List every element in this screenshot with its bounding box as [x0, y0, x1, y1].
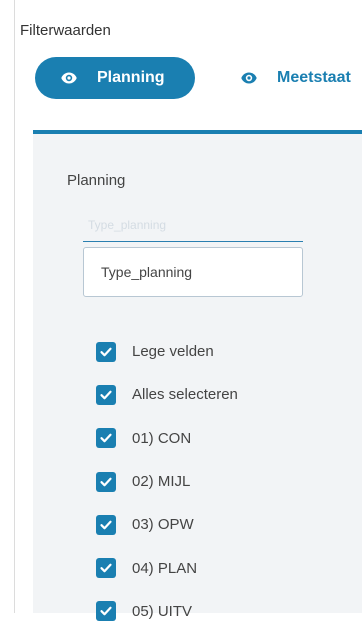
option-label: 01) CON [132, 429, 192, 447]
option-label: 05) UITV [132, 602, 193, 620]
option-01-con[interactable]: 01) CON [96, 417, 238, 460]
checkbox[interactable] [96, 558, 116, 579]
option-lege-velden[interactable]: Lege velden [96, 330, 238, 373]
option-list: Lege velden Alles selecteren 01) CON 02)… [96, 330, 238, 633]
checkbox[interactable] [96, 514, 116, 535]
option-label: Alles selecteren [132, 386, 238, 404]
checkmark-icon [100, 477, 112, 486]
option-label: 02) MIJL [132, 473, 191, 491]
checkmark-icon [100, 390, 112, 400]
tab-label: Meetstaat [277, 69, 351, 86]
option-label: Lege velden [132, 343, 214, 361]
section-title: Planning [67, 172, 126, 189]
filter-panel: Filterwaarden Planning Meetstaat Plannin… [14, 0, 362, 622]
option-label: 03) OPW [132, 516, 194, 534]
checkmark-icon [100, 607, 112, 616]
field-label: Type_planning [83, 216, 303, 242]
tab-meetstaat[interactable]: Meetstaat [241, 57, 351, 99]
filter-content: Planning Type_planning Lege velden Alles… [33, 134, 362, 622]
eye-icon [241, 72, 257, 84]
checkbox[interactable] [96, 384, 116, 405]
tab-label: Planning [97, 69, 165, 86]
panel-title: Filterwaarden [20, 22, 111, 39]
checkbox[interactable] [96, 471, 116, 492]
option-label: 04) PLAN [132, 559, 198, 577]
search-input[interactable] [83, 247, 303, 297]
checkbox[interactable] [96, 428, 116, 449]
checkmark-icon [100, 347, 112, 356]
checkmark-icon [100, 563, 112, 573]
option-02-mijl[interactable]: 02) MIJL [96, 460, 238, 503]
option-alles-selecteren[interactable]: Alles selecteren [96, 373, 238, 416]
tab-planning[interactable]: Planning [35, 57, 195, 99]
option-04-plan[interactable]: 04) PLAN [96, 546, 238, 589]
checkbox[interactable] [96, 601, 116, 622]
checkmark-icon [100, 520, 112, 530]
checkbox[interactable] [96, 341, 116, 362]
option-05-uitv[interactable]: 05) UITV [96, 590, 238, 633]
eye-icon [61, 72, 77, 84]
checkmark-icon [100, 433, 112, 443]
option-03-opw[interactable]: 03) OPW [96, 503, 238, 546]
